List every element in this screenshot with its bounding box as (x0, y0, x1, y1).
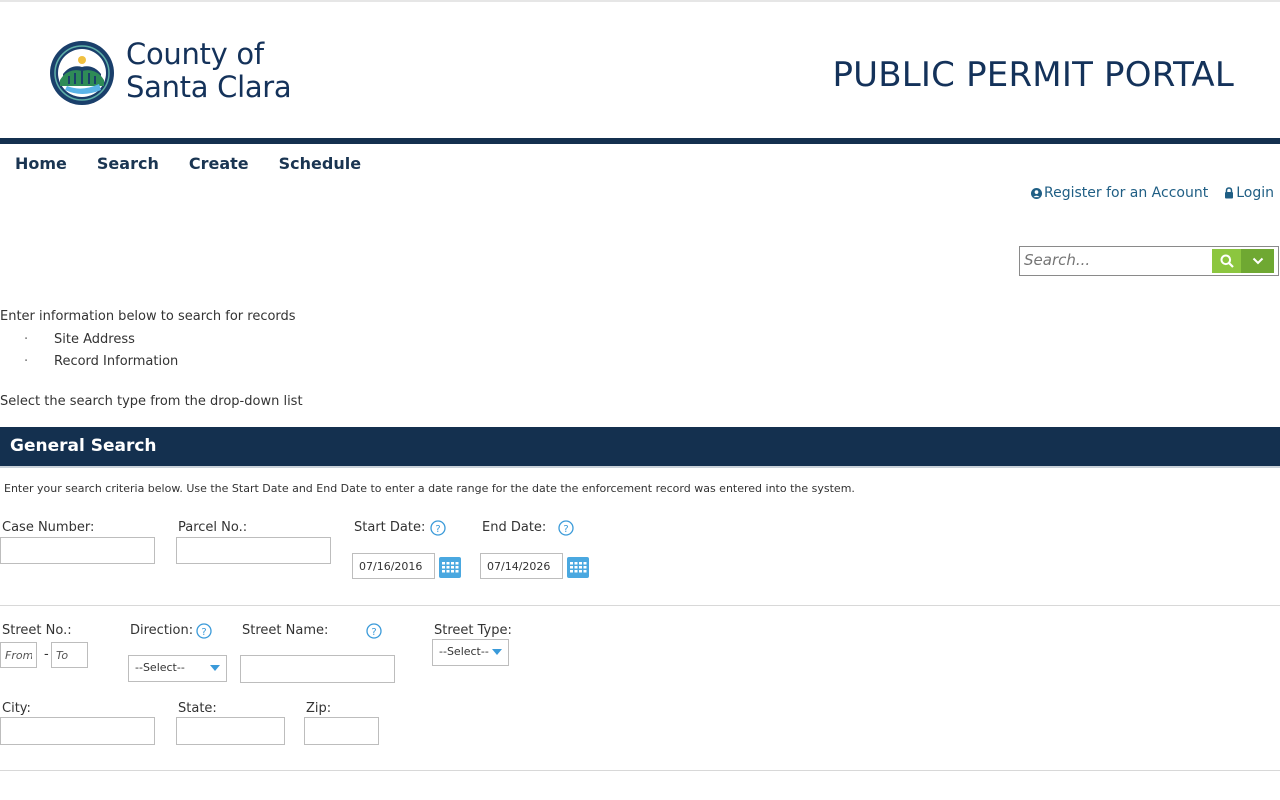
search-icon (1220, 254, 1234, 268)
bullet-site-address: Site Address (0, 329, 296, 351)
svg-text:?: ? (201, 627, 206, 638)
global-search-input[interactable] (1020, 247, 1216, 273)
register-label: Register for an Account (1043, 185, 1209, 201)
site-header: County of Santa Clara PUBLIC PERMIT PORT… (0, 2, 1280, 138)
nav-schedule[interactable]: Schedule (279, 154, 361, 173)
end-date-label: End Date: (482, 520, 547, 535)
logo-line-1: County of (126, 37, 264, 71)
svg-text:?: ? (563, 524, 568, 535)
case-number-input[interactable] (0, 537, 155, 564)
parcel-input[interactable] (176, 537, 331, 564)
zip-label: Zip: (306, 701, 332, 716)
county-logo-text[interactable]: County of Santa Clara (126, 37, 292, 104)
street-no-from-input[interactable] (0, 642, 37, 668)
city-label: City: (2, 701, 31, 716)
search-instructions: Enter your search criteria below. Use th… (4, 482, 855, 495)
direction-label: Direction: (130, 623, 194, 638)
start-date-input[interactable] (352, 553, 435, 579)
lock-icon (1225, 187, 1234, 199)
user-circle-icon (1030, 187, 1042, 199)
account-links: Register for an Account Login (1030, 185, 1274, 201)
search-intro: Enter information below to search for re… (0, 307, 303, 409)
state-input[interactable] (176, 717, 285, 745)
navbar-divider (0, 138, 1280, 144)
login-link[interactable]: Login (1224, 185, 1274, 201)
select-type-message: Select the search type from the drop-dow… (0, 394, 303, 409)
bullet-record-information: Record Information (0, 351, 296, 373)
street-type-label: Street Type: (434, 623, 512, 638)
case-number-label: Case Number: (2, 520, 95, 535)
section-title: General Search (10, 436, 157, 456)
chevron-down-icon (1252, 257, 1263, 265)
start-date-help-icon[interactable]: ? (430, 520, 446, 536)
caret-down-icon (492, 649, 502, 655)
parcel-label: Parcel No.: (178, 520, 248, 535)
form-divider-1 (0, 605, 1280, 606)
nav-home[interactable]: Home (15, 154, 67, 173)
street-no-separator: - (44, 647, 49, 662)
direction-select[interactable]: --Select-- (128, 655, 227, 682)
caret-down-icon (210, 665, 220, 671)
street-type-select-value: --Select-- (439, 645, 489, 658)
end-date-input[interactable] (480, 553, 563, 579)
register-link[interactable]: Register for an Account (1030, 185, 1209, 201)
street-no-to-input[interactable] (51, 642, 88, 668)
login-label: Login (1236, 185, 1274, 201)
global-search-dropdown-button[interactable] (1241, 249, 1274, 273)
city-input[interactable] (0, 717, 155, 745)
street-name-input[interactable] (240, 655, 395, 683)
direction-help-icon[interactable]: ? (196, 623, 212, 639)
logo-line-2: Santa Clara (126, 70, 292, 104)
intro-text: Enter information below to search for re… (0, 309, 296, 324)
end-date-calendar-icon[interactable] (566, 555, 590, 579)
start-date-calendar-icon[interactable] (438, 555, 462, 579)
general-search-header: General Search (0, 427, 1280, 468)
street-no-label: Street No.: (2, 623, 72, 638)
global-search (1019, 246, 1279, 276)
nav-create[interactable]: Create (189, 154, 249, 173)
county-seal-icon (50, 41, 114, 105)
global-search-button[interactable] (1212, 249, 1241, 273)
street-name-label: Street Name: (242, 623, 329, 638)
svg-text:?: ? (435, 524, 440, 535)
start-date-label: Start Date: (354, 520, 426, 535)
street-name-help-icon[interactable]: ? (366, 623, 382, 639)
zip-input[interactable] (304, 717, 379, 745)
form-divider-2 (0, 770, 1280, 771)
svg-text:?: ? (371, 627, 376, 638)
intro-bullet-list: Site Address Record Information (0, 329, 296, 373)
portal-title: PUBLIC PERMIT PORTAL (832, 55, 1234, 95)
nav-search[interactable]: Search (97, 154, 159, 173)
direction-select-value: --Select-- (135, 661, 185, 674)
main-nav: Home Search Create Schedule (15, 154, 391, 173)
street-type-select[interactable]: --Select-- (432, 639, 509, 666)
state-label: State: (178, 701, 217, 716)
end-date-help-icon[interactable]: ? (558, 520, 574, 536)
